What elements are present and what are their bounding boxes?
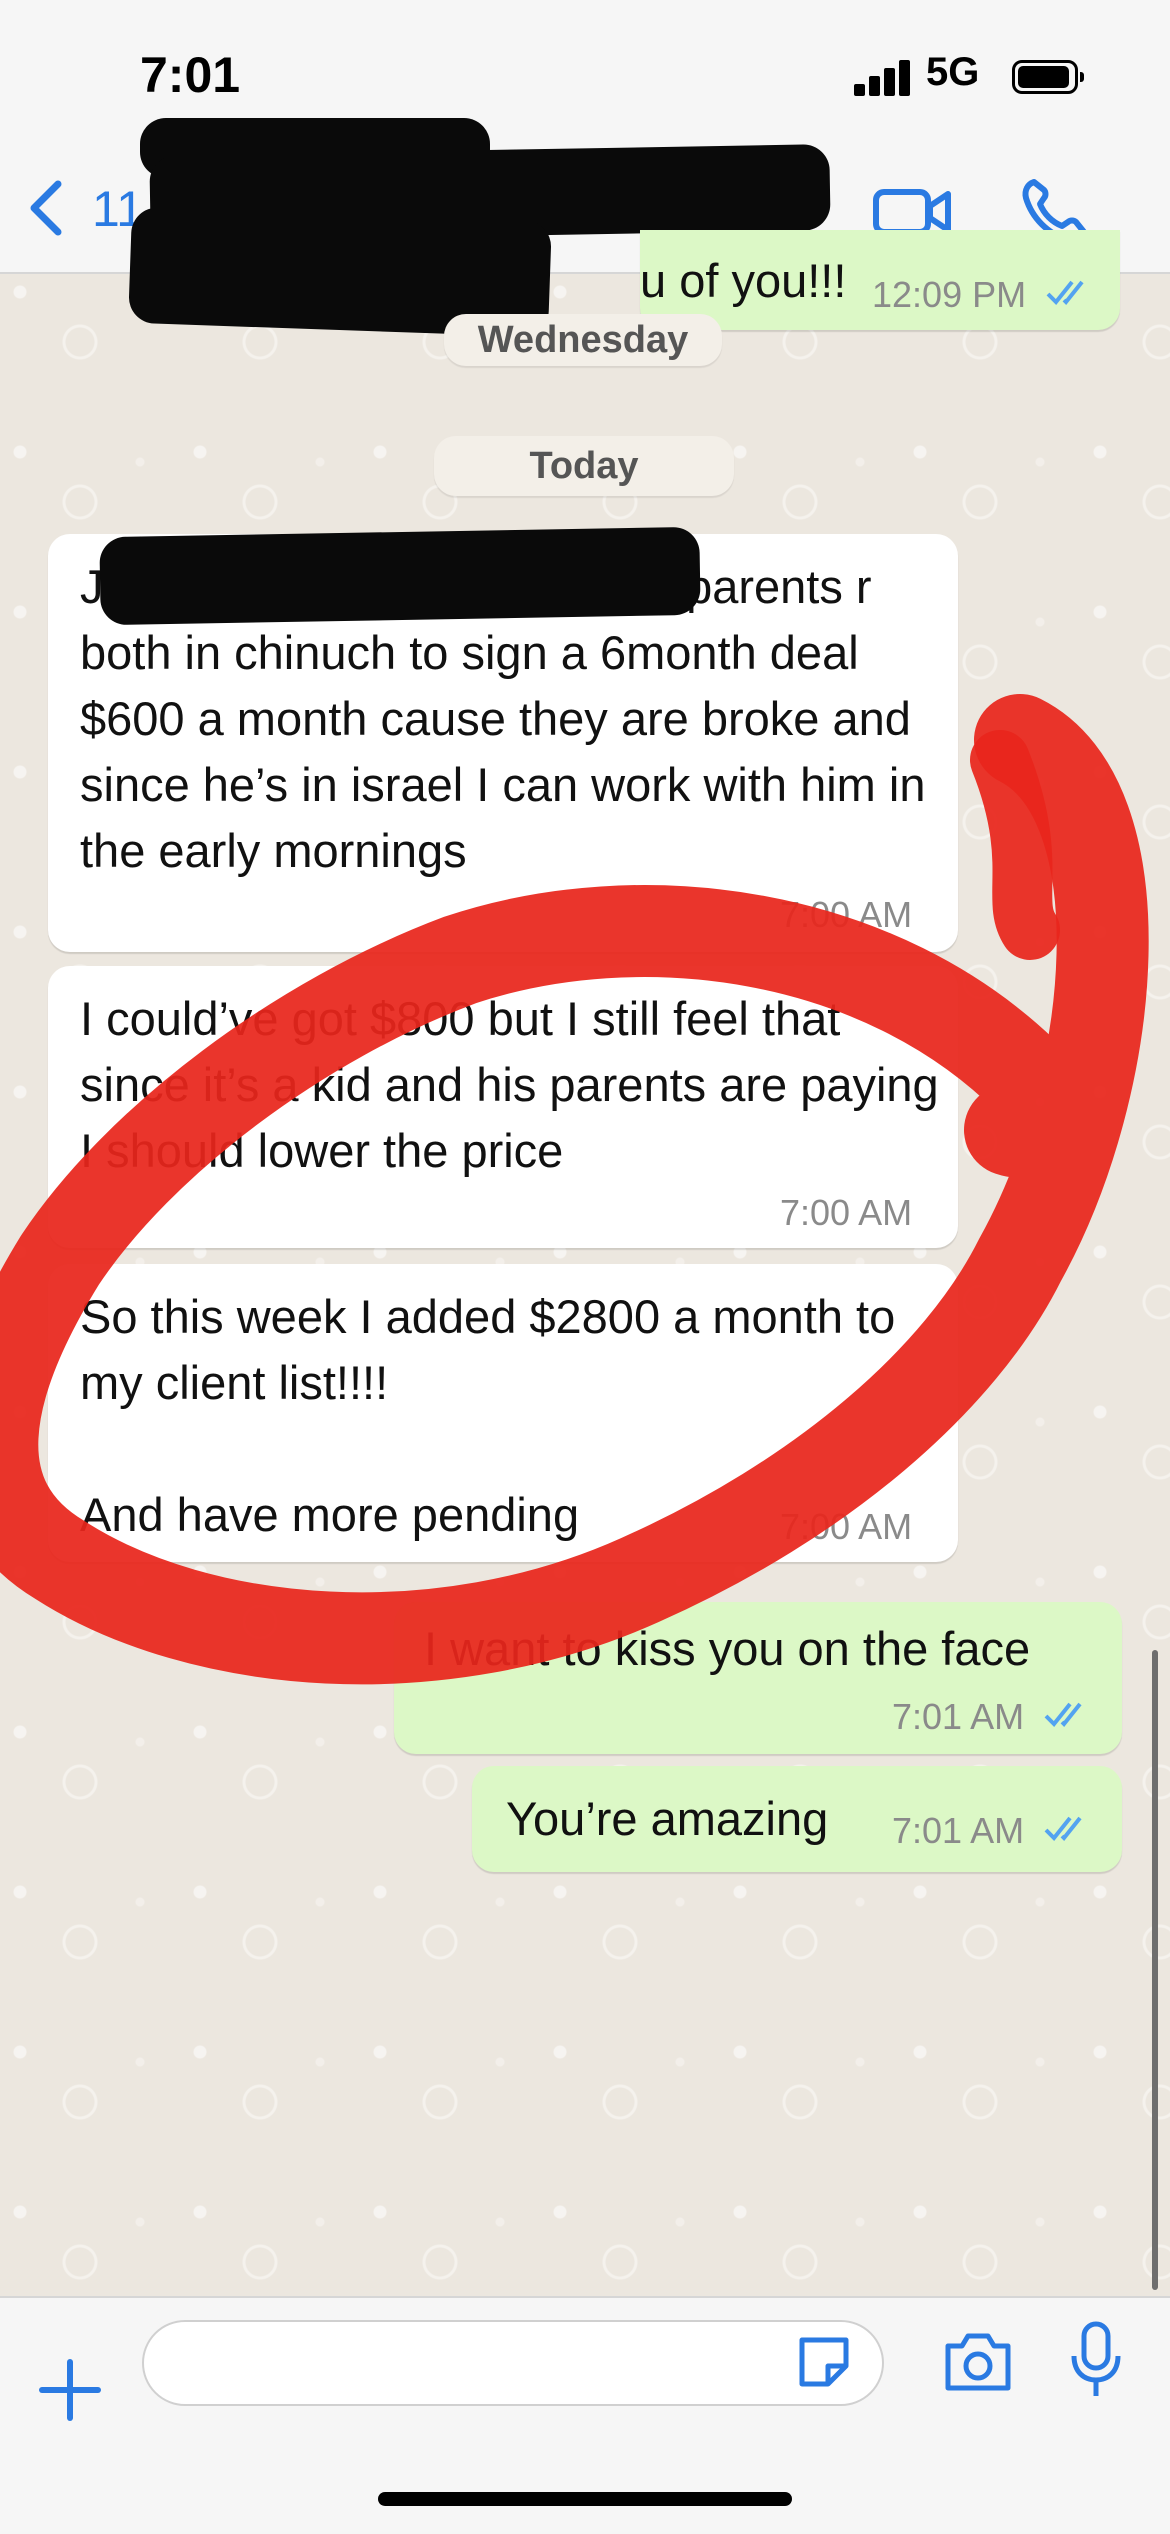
message-time: 7:01 AM [892, 1810, 1025, 1851]
signal-icon [854, 60, 914, 96]
read-receipt-icon [1044, 1702, 1082, 1727]
message-text-line: And have more pending [80, 1488, 580, 1541]
home-indicator [378, 2492, 792, 2506]
message-bubble-incoming[interactable]: So this week I added $2800 a month to my… [48, 1264, 958, 1562]
sticker-icon[interactable] [792, 2330, 856, 2394]
message-bubble-incoming[interactable]: I could’ve got $800 but I still feel tha… [48, 966, 958, 1248]
message-time: 7:00 AM [780, 894, 913, 935]
battery-icon [1012, 60, 1084, 94]
read-receipt-icon [1046, 280, 1084, 305]
date-separator: Wednesday [444, 314, 722, 366]
message-time: 7:01 AM [892, 1696, 1025, 1737]
message-text: I want to kiss you on the face [424, 1622, 1031, 1675]
read-receipt-icon [1044, 1816, 1082, 1841]
camera-icon[interactable] [942, 2328, 1014, 2394]
message-bubble-outgoing[interactable]: I want to kiss you on the face 7:01 AM [394, 1602, 1122, 1754]
composer-bar [0, 2296, 1170, 2534]
message-text: I could’ve got $800 but I still feel tha… [80, 992, 939, 1177]
message-time: 7:00 AM [780, 1506, 913, 1547]
message-text: So this week I added $2800 a month to my… [80, 1290, 896, 1409]
back-chevron-icon[interactable] [24, 178, 68, 238]
network-label: 5G [926, 50, 980, 94]
status-time: 7:01 [140, 47, 241, 103]
message-bubble-outgoing[interactable]: You’re amazing 7:01 AM [472, 1766, 1122, 1872]
message-time: 7:00 AM [780, 1192, 913, 1233]
message-time: 12:09 PM [872, 274, 1027, 315]
message-text: u of you!!! [640, 254, 847, 307]
message-text: You’re amazing [506, 1792, 829, 1845]
microphone-icon[interactable] [1070, 2320, 1122, 2400]
date-separator: Today [434, 436, 734, 496]
message-bubble-outgoing[interactable]: u of you!!! 12:09 PM [640, 230, 1120, 330]
scroll-indicator[interactable] [1152, 1650, 1158, 2290]
message-input[interactable] [142, 2320, 884, 2406]
plus-icon[interactable] [38, 2358, 102, 2422]
redaction-mark [99, 526, 701, 626]
